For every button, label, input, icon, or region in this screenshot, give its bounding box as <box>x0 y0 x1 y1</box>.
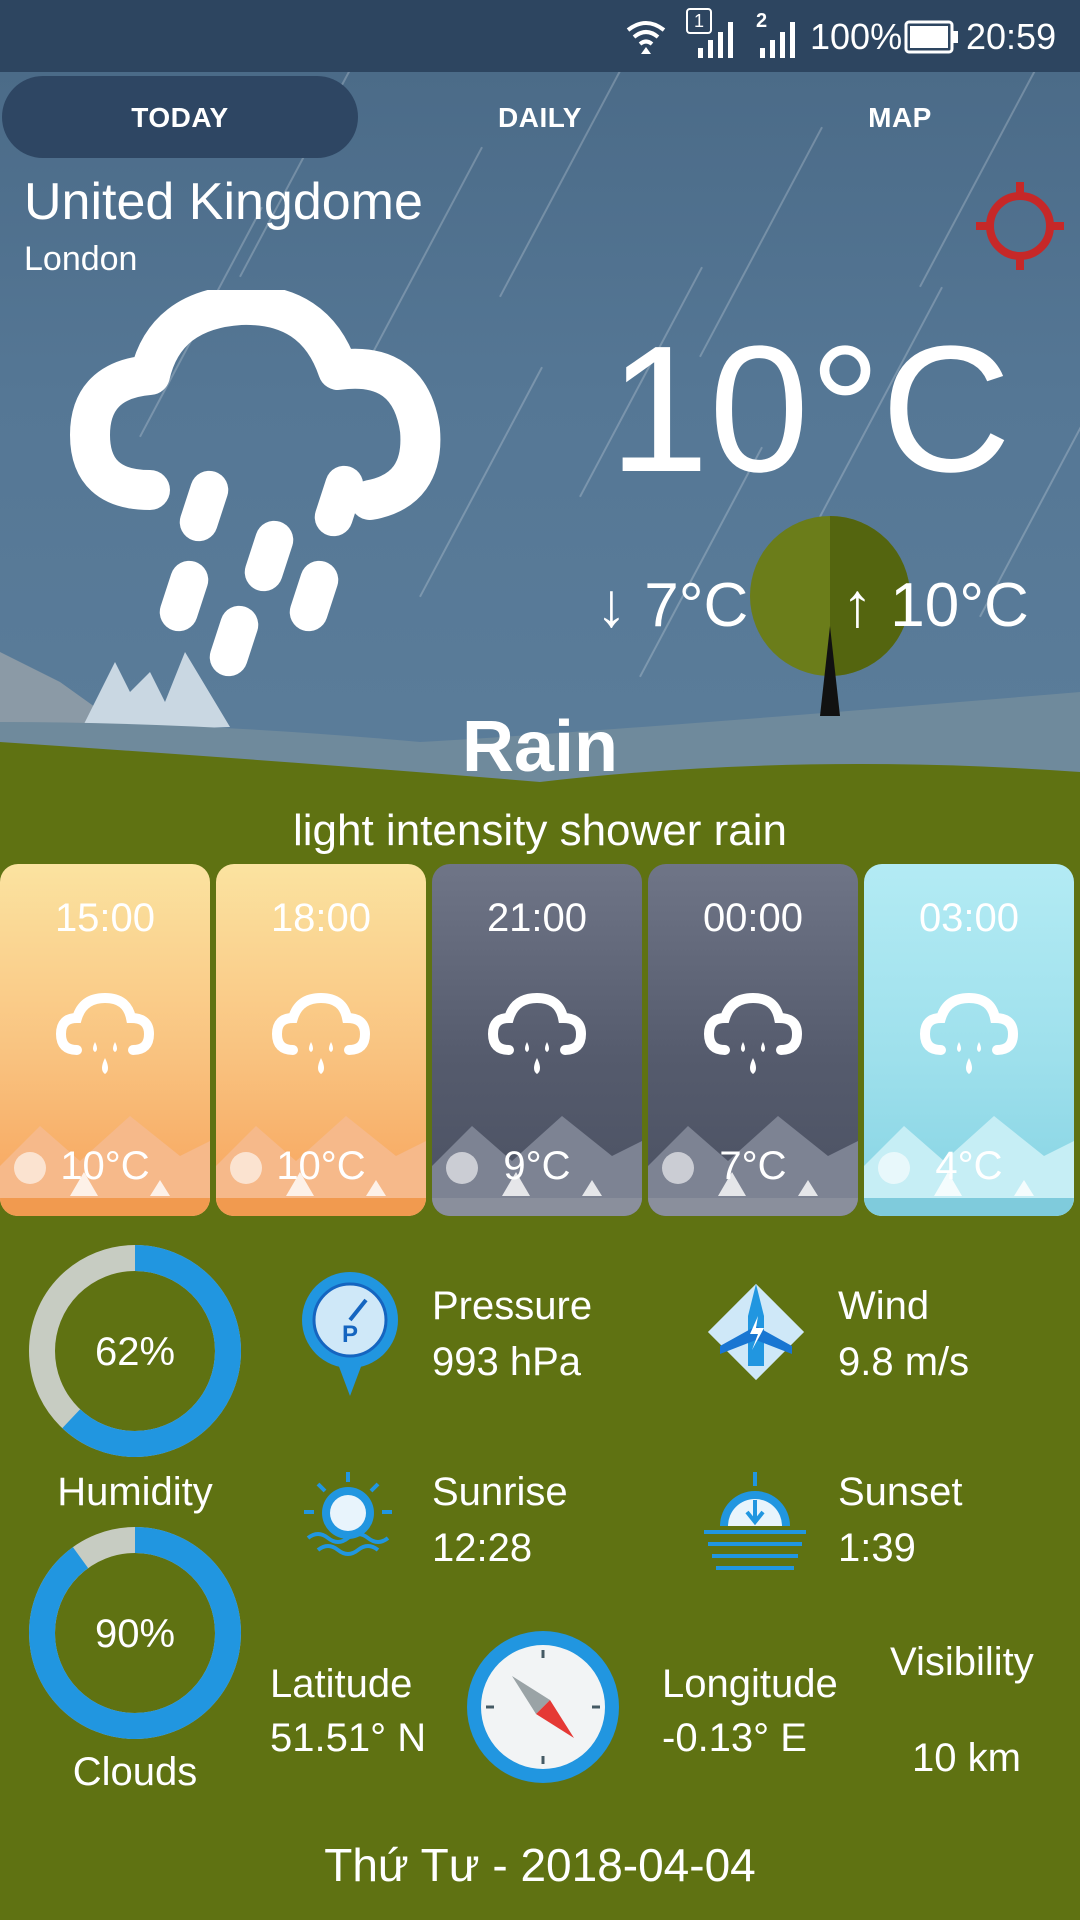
wind-title: Wind <box>838 1284 930 1328</box>
sunrise-value: 12:28 <box>432 1526 533 1570</box>
battery-percent: 100% <box>810 16 903 57</box>
longitude-value: -0.13° E <box>662 1716 807 1760</box>
signal-icon-sim1 <box>698 22 733 58</box>
wifi-icon <box>626 21 666 54</box>
forecast-time: 03:00 <box>918 896 1020 940</box>
date-label: Thứ Tư - 2018-04-04 <box>324 1839 756 1891</box>
sunset-value: 1:39 <box>838 1526 916 1570</box>
forecast-time: 21:00 <box>486 896 588 940</box>
svg-text:P: P <box>342 1321 358 1348</box>
rain-cloud-icon <box>703 992 803 1074</box>
sunset-icon <box>704 1472 806 1570</box>
humidity-value: 62% <box>94 1330 176 1374</box>
rain-cloud-icon <box>271 992 371 1074</box>
tab-today[interactable]: TODAY <box>0 72 360 164</box>
forecast-card[interactable]: 18:00 10°C <box>216 864 426 1216</box>
sunrise-title: Sunrise <box>432 1470 568 1514</box>
forecast-temperature: 4°C <box>935 1144 1003 1188</box>
forecast-temperature: 10°C <box>60 1144 150 1188</box>
pressure-title: Pressure <box>432 1284 593 1328</box>
min-temperature: ↓ 7°C <box>596 571 749 640</box>
city-name: London <box>24 240 138 278</box>
pressure-icon: P <box>302 1272 398 1396</box>
forecast-temperature: 7°C <box>719 1144 787 1188</box>
forecast-time: 15:00 <box>54 896 156 940</box>
clock: 20:59 <box>966 16 1057 57</box>
forecast-time: 00:00 <box>702 896 804 940</box>
rain-cloud-icon <box>919 992 1019 1074</box>
condition-description: light intensity shower rain <box>292 806 787 855</box>
rain-cloud-icon <box>487 992 587 1074</box>
clouds-label: Clouds <box>72 1750 198 1794</box>
forecast-card[interactable]: 03:00 4°C <box>864 864 1074 1216</box>
humidity-label: Humidity <box>57 1470 213 1514</box>
clouds-value: 90% <box>94 1612 176 1656</box>
signal-icon-sim2 <box>760 22 795 58</box>
condition-title: Rain <box>461 707 619 787</box>
rain-cloud-icon <box>55 992 155 1074</box>
forecast-card[interactable]: 21:00 9°C <box>432 864 642 1216</box>
compass-icon <box>467 1631 619 1783</box>
forecast-card[interactable]: 15:00 10°C <box>0 864 210 1216</box>
forecast-temperature: 10°C <box>276 1144 366 1188</box>
status-bar: 1 2 100% 20:59 <box>0 0 1080 72</box>
pressure-value: 993 hPa <box>432 1340 582 1384</box>
latitude-value: 51.51° N <box>270 1716 427 1760</box>
battery-icon <box>904 20 958 54</box>
latitude-title: Latitude <box>270 1662 413 1706</box>
forecast-card[interactable]: 00:00 7°C <box>648 864 858 1216</box>
longitude-title: Longitude <box>662 1662 838 1706</box>
tab-daily[interactable]: DAILY <box>360 72 720 164</box>
rain-cloud-icon <box>70 290 441 677</box>
current-temperature: 10°C <box>608 309 1012 510</box>
sunrise-icon <box>304 1472 392 1556</box>
max-temperature: ↑ 10°C <box>842 571 1029 640</box>
sunset-title: Sunset <box>838 1470 963 1514</box>
wind-value: 9.8 m/s <box>838 1340 970 1384</box>
visibility-value: 10 km <box>912 1736 1021 1780</box>
country-name: United Kingdome <box>24 173 423 231</box>
wind-icon <box>707 1283 805 1381</box>
tab-map[interactable]: MAP <box>720 72 1080 164</box>
locate-icon[interactable] <box>972 178 1068 274</box>
visibility-title: Visibility <box>890 1640 1034 1684</box>
forecast-time: 18:00 <box>270 896 372 940</box>
forecast-temperature: 9°C <box>503 1144 571 1188</box>
